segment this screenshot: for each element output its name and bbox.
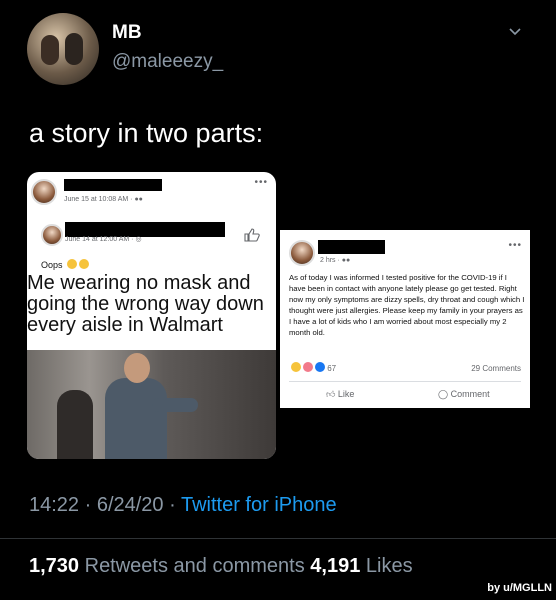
reactions[interactable]: 67: [289, 362, 336, 373]
post-meta: 2 hrs · ●●: [320, 257, 351, 264]
comments-count[interactable]: 29 Comments: [471, 364, 521, 373]
user-handle[interactable]: @maleeezy_: [112, 51, 223, 73]
screenshot-card-2[interactable]: 2 hrs · ●● ••• As of today I was informe…: [280, 230, 530, 408]
tweet-timestamp: 14:22 · 6/24/20 · Twitter for iPhone: [29, 494, 337, 516]
post-comment: Oops: [41, 259, 90, 270]
divider: [289, 381, 521, 382]
avatar: [289, 240, 315, 266]
globe-icon: ◎: [135, 236, 142, 243]
like-reaction-icon: [315, 362, 325, 372]
comment-icon: ◯: [438, 389, 449, 399]
laughing-emoji-icon: [79, 259, 90, 269]
post-meta: June 15 at 10:08 AM · ●●: [64, 196, 143, 203]
love-reaction-icon: [303, 362, 313, 372]
meme-text: Me wearing no mask and going the wrong w…: [27, 272, 264, 336]
post-text: As of today I was informed I tested posi…: [289, 273, 525, 337]
redaction-bar: [64, 179, 162, 191]
comment-button[interactable]: ◯ Comment: [438, 389, 490, 400]
laughing-emoji-icon: [67, 259, 78, 269]
avatar: [31, 179, 57, 205]
post-meta: June 14 at 12:00 AM · ◎: [65, 236, 142, 243]
source-link[interactable]: Twitter for iPhone: [181, 494, 337, 516]
haha-reaction-icon: [291, 362, 301, 372]
like-icon: 👍︎: [326, 389, 336, 399]
friends-icon: ●●: [341, 257, 351, 264]
watermark: by u/MGLLN: [487, 582, 552, 594]
more-icon[interactable]: •••: [254, 177, 268, 188]
friends-icon: ●●: [134, 196, 143, 203]
chevron-down-icon[interactable]: [509, 26, 521, 38]
display-name[interactable]: MB: [112, 22, 142, 44]
redaction-bar: [318, 240, 385, 254]
divider: [0, 538, 556, 539]
screenshot-card-1[interactable]: June 15 at 10:08 AM · ●● ••• June 14 at …: [27, 172, 276, 459]
more-icon[interactable]: •••: [508, 240, 522, 251]
profile-avatar[interactable]: [27, 13, 99, 85]
engagement-stats[interactable]: 1,730 Retweets and comments 4,191 Likes: [29, 555, 413, 578]
avatar: [41, 224, 63, 246]
meme-photo: [27, 350, 276, 459]
like-icon[interactable]: [244, 228, 260, 242]
tweet-text: a story in two parts:: [29, 118, 264, 148]
like-button[interactable]: 👍︎ Like: [326, 389, 354, 400]
